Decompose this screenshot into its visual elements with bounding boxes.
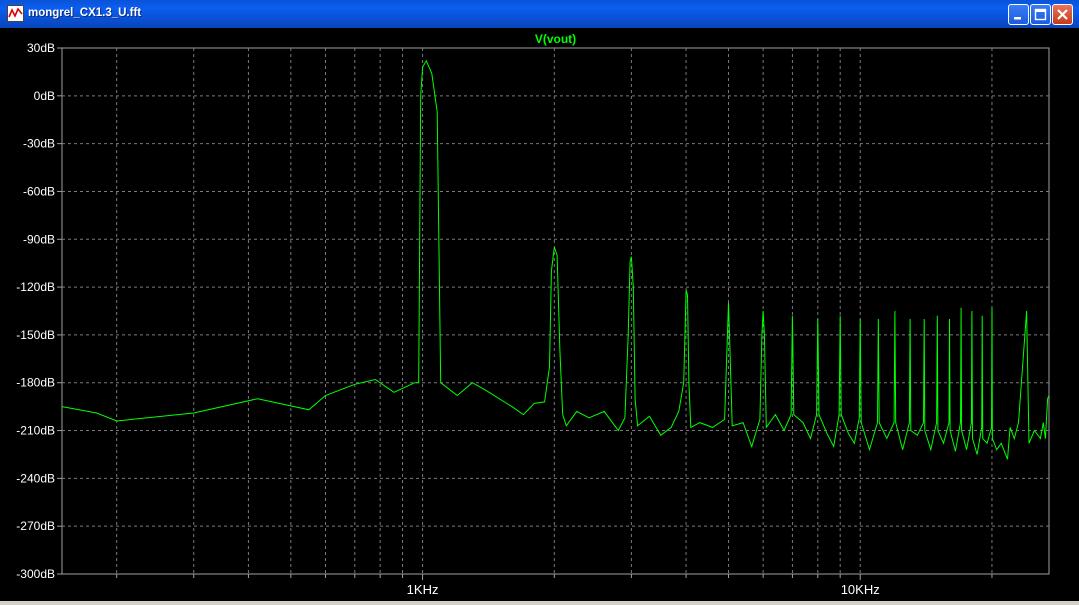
grid — [62, 48, 1049, 574]
waveform-icon — [7, 5, 24, 22]
x-tick-label: 10KHz — [841, 582, 880, 597]
minimize-button[interactable] — [1008, 4, 1029, 25]
series-line-vout — [61, 59, 1050, 460]
y-tick-label: -90dB — [23, 232, 55, 246]
title-bar[interactable]: mongrel_CX1.3_U.fft — [0, 0, 1079, 28]
y-tick-label: -120dB — [16, 280, 55, 294]
maximize-icon — [1034, 8, 1047, 21]
y-tick-label: -60dB — [23, 184, 55, 198]
y-tick-label: 30dB — [27, 41, 55, 55]
y-tick-label: -270dB — [16, 519, 55, 533]
y-tick-label: -180dB — [16, 376, 55, 390]
series-label: V(vout) — [535, 32, 576, 46]
y-tick-label: -300dB — [16, 567, 55, 581]
close-icon — [1057, 9, 1068, 20]
minimize-icon — [1014, 17, 1021, 20]
y-tick-label: -30dB — [23, 137, 55, 151]
y-tick-label: -240dB — [16, 471, 55, 485]
maximize-button[interactable] — [1030, 4, 1051, 25]
plot-area[interactable]: 30dB 0dB -30dB -60dB -90dB -120dB -150dB -180dB… — [0, 28, 1079, 601]
y-axis: 30dB 0dB -30dB -60dB -90dB -120dB -150dB -180dB… — [16, 41, 62, 581]
x-tick-label: 1KHz — [407, 582, 439, 597]
fft-chart[interactable]: 30dB 0dB -30dB -60dB -90dB -120dB -150dB -180dB… — [0, 28, 1079, 601]
plot-frame — [61, 47, 1050, 575]
close-button[interactable] — [1052, 4, 1073, 25]
y-tick-label: 0dB — [34, 89, 55, 103]
x-axis: 1KHz 10KHz — [116, 574, 993, 597]
window-title: mongrel_CX1.3_U.fft — [28, 7, 142, 19]
fft-window: mongrel_CX1.3_U.fft 30dB 0dB -30dB -60dB -90… — [0, 0, 1079, 601]
y-tick-label: -210dB — [16, 424, 55, 438]
y-tick-label: -150dB — [16, 328, 55, 342]
